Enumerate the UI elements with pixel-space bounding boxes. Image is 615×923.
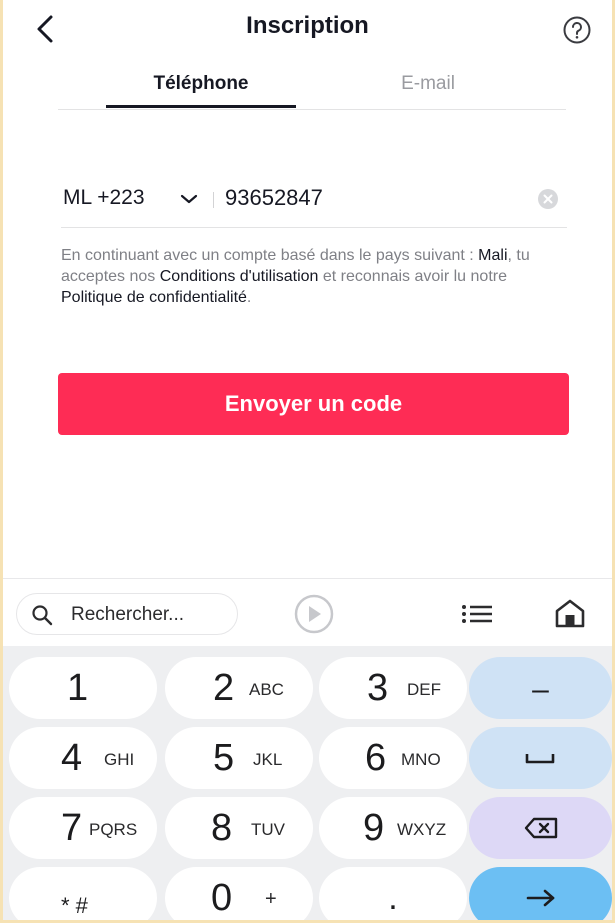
key-letters: DEF bbox=[407, 680, 441, 699]
key-digit: 5 bbox=[213, 737, 235, 779]
terms-link[interactable]: Conditions d'utilisation bbox=[160, 268, 319, 285]
home-icon[interactable] bbox=[553, 597, 587, 629]
key-digit: 1 bbox=[67, 667, 89, 709]
key-6[interactable]: 6 MNO bbox=[319, 727, 467, 789]
keyboard-search-field[interactable]: Rechercher... bbox=[16, 593, 238, 635]
key-letters: MNO bbox=[401, 750, 441, 769]
numeric-keypad: 1 2 ABC 3 DEF – 4 GHI 5 JKL 6 MNO 7 PQRS… bbox=[3, 646, 612, 920]
phone-number-row: ML +223 bbox=[61, 170, 567, 228]
chevron-down-icon[interactable] bbox=[179, 192, 199, 206]
key-digit: 2 bbox=[213, 667, 235, 709]
divider bbox=[213, 192, 214, 208]
key-8[interactable]: 8 TUV bbox=[165, 797, 313, 859]
key-minus[interactable]: – bbox=[469, 657, 612, 719]
key-digit: 3 bbox=[367, 667, 389, 709]
key-1[interactable]: 1 bbox=[9, 657, 157, 719]
key-7[interactable]: 7 PQRS bbox=[9, 797, 157, 859]
legal-text: En continuant avec un compte basé dans l… bbox=[61, 247, 479, 264]
key-letters: TUV bbox=[251, 820, 285, 839]
key-digit: 7 bbox=[61, 807, 83, 849]
key-letters: GHI bbox=[104, 750, 135, 769]
signup-method-tabs: Téléphone E-mail bbox=[58, 60, 566, 110]
legal-text: et reconnais avoir lu notre bbox=[318, 268, 507, 285]
key-2[interactable]: 2 ABC bbox=[165, 657, 313, 719]
enter-arrow-icon bbox=[526, 889, 555, 907]
key-symbol: – bbox=[532, 673, 549, 706]
list-icon[interactable] bbox=[460, 603, 494, 625]
key-4[interactable]: 4 GHI bbox=[9, 727, 157, 789]
backspace-icon bbox=[524, 817, 558, 839]
space-icon bbox=[525, 754, 555, 764]
search-placeholder: Rechercher... bbox=[71, 604, 184, 625]
page-title: Inscription bbox=[246, 12, 369, 39]
key-backspace[interactable] bbox=[469, 797, 612, 859]
key-space[interactable] bbox=[469, 727, 612, 789]
tab-email[interactable]: E-mail bbox=[358, 73, 498, 95]
key-3[interactable]: 3 DEF bbox=[319, 657, 467, 719]
legal-notice: En continuant avec un compte basé dans l… bbox=[61, 245, 561, 308]
key-digit: 4 bbox=[61, 737, 83, 779]
keyboard-toolbar: Rechercher... bbox=[3, 578, 612, 646]
key-9[interactable]: 9 WXYZ bbox=[319, 797, 467, 859]
country-name: Mali bbox=[478, 247, 508, 264]
key-0[interactable]: 0 + bbox=[165, 867, 313, 920]
key-star-hash[interactable]: * # bbox=[9, 867, 157, 920]
key-enter[interactable] bbox=[469, 867, 612, 920]
key-period[interactable]: . bbox=[319, 867, 467, 920]
send-code-button[interactable]: Envoyer un code bbox=[58, 373, 569, 435]
active-tab-indicator bbox=[106, 105, 296, 108]
search-icon bbox=[32, 605, 53, 626]
key-letters: WXYZ bbox=[397, 820, 447, 839]
clear-input-icon[interactable] bbox=[537, 188, 559, 210]
key-letters: + bbox=[265, 888, 277, 910]
key-letters: ABC bbox=[249, 680, 284, 699]
legal-text: . bbox=[246, 289, 252, 306]
key-digit: 8 bbox=[211, 807, 233, 849]
signup-screen: Inscription Téléphone E-mail ML +223 En … bbox=[3, 0, 612, 920]
country-code-selector[interactable]: ML +223 bbox=[63, 186, 145, 210]
help-icon[interactable] bbox=[562, 15, 592, 45]
key-5[interactable]: 5 JKL bbox=[165, 727, 313, 789]
play-icon[interactable] bbox=[289, 593, 339, 635]
phone-number-input[interactable] bbox=[225, 182, 505, 214]
privacy-policy-link[interactable]: Politique de confidentialité bbox=[61, 289, 247, 306]
key-letters: PQRS bbox=[89, 820, 138, 839]
key-digit: . bbox=[388, 879, 398, 917]
key-digit: 9 bbox=[363, 807, 385, 849]
key-digit: 6 bbox=[365, 737, 387, 779]
key-letters: JKL bbox=[253, 750, 283, 769]
key-digit: 0 bbox=[211, 877, 233, 919]
key-digit: * # bbox=[61, 893, 88, 918]
tab-phone[interactable]: Téléphone bbox=[106, 73, 296, 95]
